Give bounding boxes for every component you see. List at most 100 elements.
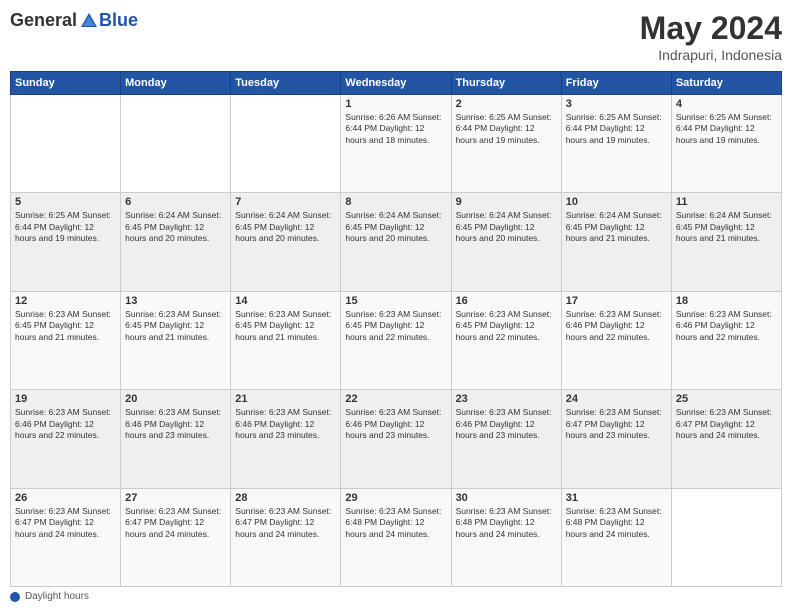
calendar-cell: 4Sunrise: 6:25 AM Sunset: 6:44 PM Daylig…	[671, 95, 781, 193]
logo-text-blue: Blue	[99, 10, 138, 31]
day-info: Sunrise: 6:23 AM Sunset: 6:46 PM Dayligh…	[235, 407, 336, 441]
day-info: Sunrise: 6:23 AM Sunset: 6:47 PM Dayligh…	[125, 506, 226, 540]
day-number: 18	[676, 295, 777, 307]
calendar-table: SundayMondayTuesdayWednesdayThursdayFrid…	[10, 71, 782, 587]
calendar-cell: 31 Sunrise: 6:23 AM Sunset: 6:48 PM Dayli…	[561, 488, 671, 586]
day-info: Sunrise: 6:25 AM Sunset: 6:44 PM Dayligh…	[566, 112, 667, 146]
weekday-header-wednesday: Wednesday	[341, 72, 451, 95]
day-info: Sunrise: 6:23 AM Sunset: 6:45 PM Dayligh…	[456, 309, 557, 343]
calendar-cell: 8 Sunrise: 6:24 AM Sunset: 6:45 PM Daylig…	[341, 193, 451, 291]
day-number: 28	[235, 492, 336, 504]
day-info: Sunrise: 6:23 AM Sunset: 6:48 PM Dayligh…	[566, 506, 667, 540]
day-number: 23	[456, 393, 557, 405]
day-number: 8	[345, 196, 446, 208]
day-number: 12	[15, 295, 116, 307]
day-number: 29	[345, 492, 446, 504]
weekday-header-row: SundayMondayTuesdayWednesdayThursdayFrid…	[11, 72, 782, 95]
calendar-cell	[231, 95, 341, 193]
calendar-cell: 5 Sunrise: 6:25 AM Sunset: 6:44 PM Daylig…	[11, 193, 121, 291]
day-number: 14	[235, 295, 336, 307]
day-info: Sunrise: 6:23 AM Sunset: 6:46 PM Dayligh…	[456, 407, 557, 441]
calendar-cell: 23 Sunrise: 6:23 AM Sunset: 6:46 PM Dayli…	[451, 390, 561, 488]
calendar-week-4: 26Sunrise: 6:23 AM Sunset: 6:47 PM Dayli…	[11, 488, 782, 586]
weekday-header-sunday: Sunday	[11, 72, 121, 95]
day-info: Sunrise: 6:23 AM Sunset: 6:47 PM Dayligh…	[15, 506, 116, 540]
day-number: 10	[566, 196, 667, 208]
calendar-cell: 12 Sunrise: 6:23 AM Sunset: 6:45 PM Dayli…	[11, 291, 121, 389]
calendar-cell: 24 Sunrise: 6:23 AM Sunset: 6:47 PM Dayli…	[561, 390, 671, 488]
day-info: Sunrise: 6:23 AM Sunset: 6:45 PM Dayligh…	[235, 309, 336, 343]
day-number: 27	[125, 492, 226, 504]
footer: Daylight hours	[10, 591, 782, 602]
day-info: Sunrise: 6:23 AM Sunset: 6:47 PM Dayligh…	[676, 407, 777, 441]
footer-label: Daylight hours	[25, 591, 89, 602]
day-number: 16	[456, 295, 557, 307]
calendar-title: May 2024	[640, 10, 782, 47]
logo-text-general: General	[10, 10, 77, 31]
day-number: 31	[566, 492, 667, 504]
calendar-week-3: 19 Sunrise: 6:23 AM Sunset: 6:46 PM Dayli…	[11, 390, 782, 488]
day-number: 17	[566, 295, 667, 307]
day-number: 21	[235, 393, 336, 405]
calendar-cell	[11, 95, 121, 193]
calendar-cell: 13 Sunrise: 6:23 AM Sunset: 6:45 PM Dayli…	[121, 291, 231, 389]
calendar-cell: 7Sunrise: 6:24 AM Sunset: 6:45 PM Daylig…	[231, 193, 341, 291]
calendar-cell: 29 Sunrise: 6:23 AM Sunset: 6:48 PM Dayli…	[341, 488, 451, 586]
calendar-cell: 21 Sunrise: 6:23 AM Sunset: 6:46 PM Dayli…	[231, 390, 341, 488]
weekday-header-tuesday: Tuesday	[231, 72, 341, 95]
day-number: 5	[15, 196, 116, 208]
day-info: Sunrise: 6:23 AM Sunset: 6:46 PM Dayligh…	[15, 407, 116, 441]
day-number: 3	[566, 98, 667, 110]
logo-icon	[79, 11, 99, 31]
day-info: Sunrise: 6:25 AM Sunset: 6:44 PM Dayligh…	[456, 112, 557, 146]
day-number: 30	[456, 492, 557, 504]
weekday-header-friday: Friday	[561, 72, 671, 95]
calendar-cell: 30 Sunrise: 6:23 AM Sunset: 6:48 PM Dayli…	[451, 488, 561, 586]
calendar-cell	[671, 488, 781, 586]
day-info: Sunrise: 6:23 AM Sunset: 6:48 PM Dayligh…	[456, 506, 557, 540]
day-info: Sunrise: 6:24 AM Sunset: 6:45 PM Dayligh…	[125, 210, 226, 244]
day-info: Sunrise: 6:23 AM Sunset: 6:47 PM Dayligh…	[235, 506, 336, 540]
day-info: Sunrise: 6:23 AM Sunset: 6:48 PM Dayligh…	[345, 506, 446, 540]
logo: General Blue	[10, 10, 138, 31]
day-number: 6	[125, 196, 226, 208]
calendar-cell: 25 Sunrise: 6:23 AM Sunset: 6:47 PM Dayli…	[671, 390, 781, 488]
day-info: Sunrise: 6:23 AM Sunset: 6:46 PM Dayligh…	[125, 407, 226, 441]
calendar-cell: 2 Sunrise: 6:25 AM Sunset: 6:44 PM Daylig…	[451, 95, 561, 193]
day-number: 4	[676, 98, 777, 110]
day-number: 2	[456, 98, 557, 110]
calendar-week-2: 12 Sunrise: 6:23 AM Sunset: 6:45 PM Dayli…	[11, 291, 782, 389]
calendar-cell: 20Sunrise: 6:23 AM Sunset: 6:46 PM Dayli…	[121, 390, 231, 488]
day-info: Sunrise: 6:24 AM Sunset: 6:45 PM Dayligh…	[456, 210, 557, 244]
footer-dot	[10, 592, 20, 602]
calendar-cell: 28 Sunrise: 6:23 AM Sunset: 6:47 PM Dayli…	[231, 488, 341, 586]
day-number: 13	[125, 295, 226, 307]
day-info: Sunrise: 6:23 AM Sunset: 6:46 PM Dayligh…	[676, 309, 777, 343]
calendar-cell: 15Sunrise: 6:23 AM Sunset: 6:45 PM Dayli…	[341, 291, 451, 389]
day-number: 9	[456, 196, 557, 208]
calendar-cell: 6 Sunrise: 6:24 AM Sunset: 6:45 PM Daylig…	[121, 193, 231, 291]
calendar-cell: 26Sunrise: 6:23 AM Sunset: 6:47 PM Dayli…	[11, 488, 121, 586]
day-number: 25	[676, 393, 777, 405]
day-info: Sunrise: 6:24 AM Sunset: 6:45 PM Dayligh…	[566, 210, 667, 244]
calendar-week-1: 5 Sunrise: 6:25 AM Sunset: 6:44 PM Daylig…	[11, 193, 782, 291]
calendar-cell: 16 Sunrise: 6:23 AM Sunset: 6:45 PM Dayli…	[451, 291, 561, 389]
day-info: Sunrise: 6:23 AM Sunset: 6:46 PM Dayligh…	[566, 309, 667, 343]
title-block: May 2024 Indrapuri, Indonesia	[640, 10, 782, 63]
day-number: 15	[345, 295, 446, 307]
day-info: Sunrise: 6:25 AM Sunset: 6:44 PM Dayligh…	[15, 210, 116, 244]
calendar-cell: 17 Sunrise: 6:23 AM Sunset: 6:46 PM Dayli…	[561, 291, 671, 389]
day-info: Sunrise: 6:23 AM Sunset: 6:45 PM Dayligh…	[125, 309, 226, 343]
calendar-page: General Blue May 2024 Indrapuri, Indones…	[0, 0, 792, 612]
day-info: Sunrise: 6:24 AM Sunset: 6:45 PM Dayligh…	[345, 210, 446, 244]
day-number: 7	[235, 196, 336, 208]
day-number: 24	[566, 393, 667, 405]
calendar-cell: 22Sunrise: 6:23 AM Sunset: 6:46 PM Dayli…	[341, 390, 451, 488]
day-info: Sunrise: 6:23 AM Sunset: 6:47 PM Dayligh…	[566, 407, 667, 441]
day-number: 1	[345, 98, 446, 110]
calendar-cell: 19 Sunrise: 6:23 AM Sunset: 6:46 PM Dayli…	[11, 390, 121, 488]
day-info: Sunrise: 6:23 AM Sunset: 6:45 PM Dayligh…	[15, 309, 116, 343]
calendar-cell: 18 Sunrise: 6:23 AM Sunset: 6:46 PM Dayli…	[671, 291, 781, 389]
calendar-cell: 27 Sunrise: 6:23 AM Sunset: 6:47 PM Dayli…	[121, 488, 231, 586]
day-number: 19	[15, 393, 116, 405]
